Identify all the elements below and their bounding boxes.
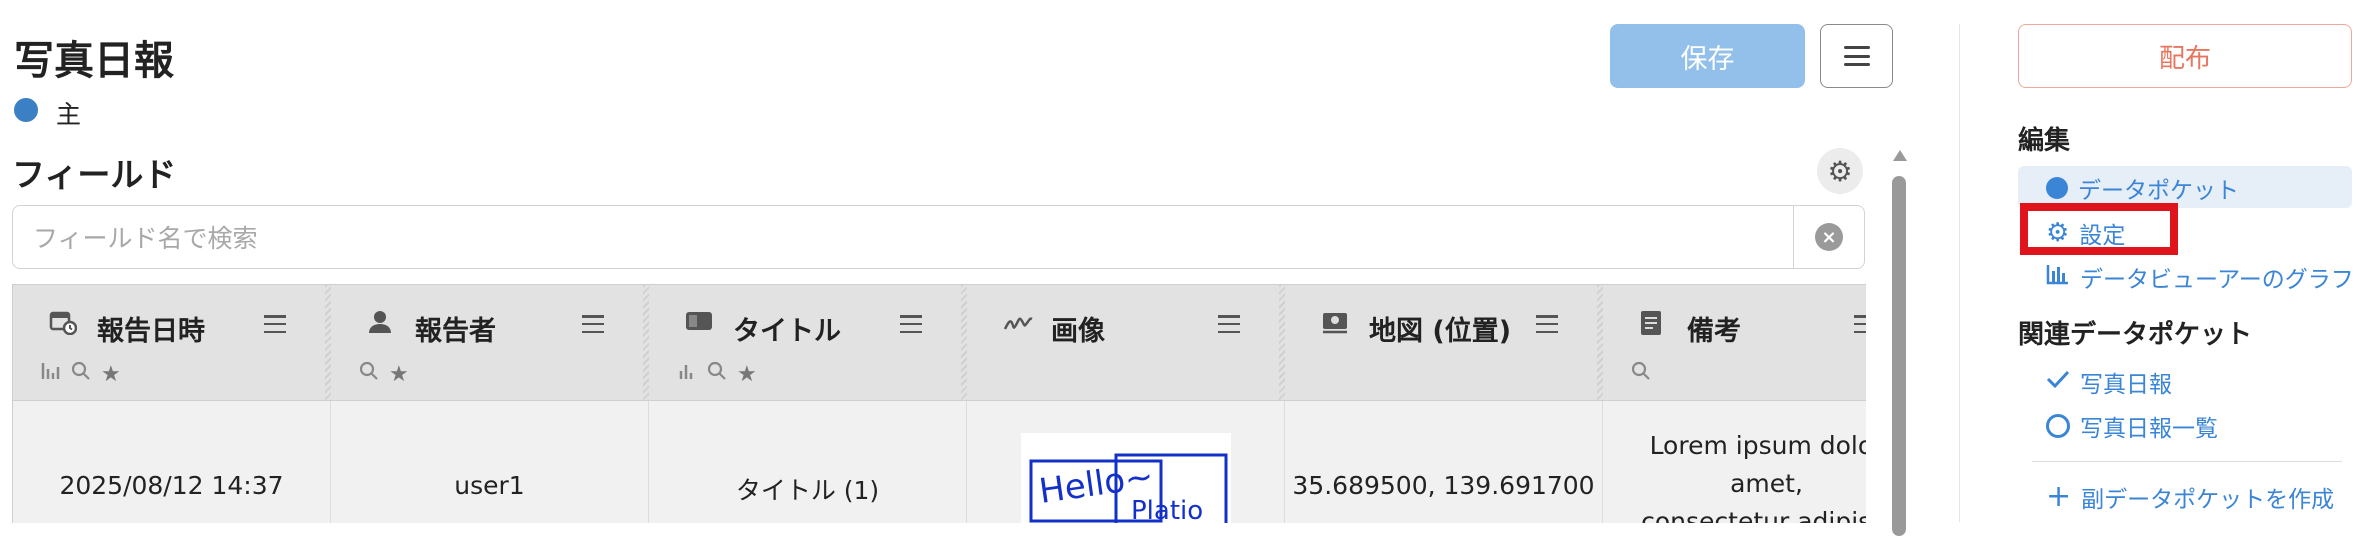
table-cell[interactable]: Lorem ipsum dolor amet, consectetur adip…: [1603, 401, 1866, 523]
column-title: 画像: [1051, 316, 1105, 347]
column-menu-icon[interactable]: [1218, 315, 1240, 333]
column-tools: ★: [677, 361, 757, 387]
column-title: タイトル: [733, 316, 841, 347]
column-menu-icon[interactable]: [1854, 315, 1866, 333]
person-icon: [367, 309, 393, 342]
table-cell[interactable]: user1: [331, 401, 649, 523]
column-tools: [1631, 361, 1651, 387]
search-box: ×: [12, 205, 1865, 270]
search-icon[interactable]: [71, 361, 91, 387]
role-dot: [14, 98, 38, 122]
column-title: 備考: [1687, 316, 1741, 347]
highlight-annotation: [2020, 203, 2178, 255]
bar-chart-icon[interactable]: [677, 361, 697, 387]
hamburger-icon: [1843, 46, 1870, 66]
bar-chart-icon: [2046, 263, 2070, 291]
publish-button[interactable]: 配布: [2018, 24, 2352, 88]
star-icon[interactable]: ★: [389, 362, 409, 387]
ring-icon: [2046, 414, 2070, 438]
search-icon[interactable]: [707, 361, 727, 387]
related-item-photo-report-list[interactable]: 写真日報一覧: [2046, 409, 2218, 443]
scroll-thumb[interactable]: [1892, 176, 1906, 536]
sidebar-item-viewer-graph[interactable]: データビューアーのグラフ: [2046, 260, 2354, 294]
related-heading: 関連データポケット: [2018, 320, 2253, 350]
table-cell[interactable]: タイトル (1): [649, 401, 967, 523]
search-icon[interactable]: [1631, 361, 1651, 387]
column-menu-icon[interactable]: [264, 315, 286, 333]
create-sub-data-pocket[interactable]: + 副データポケットを作成: [2046, 480, 2334, 514]
column-title: 報告日時: [97, 316, 205, 347]
column-menu-icon[interactable]: [1536, 315, 1558, 333]
handwriting-image: Hello~ Platio: [1021, 433, 1231, 523]
table-cell[interactable]: 35.689500, 139.691700: [1285, 401, 1603, 523]
sidebar-item-data-pocket[interactable]: データポケット: [2046, 171, 2239, 205]
circle-icon: [2046, 177, 2068, 199]
search-clear-button[interactable]: ×: [1793, 206, 1864, 268]
signature-icon: [1003, 309, 1033, 340]
table-cell[interactable]: Hello~ Platio: [967, 401, 1285, 523]
search-input[interactable]: [13, 206, 1815, 270]
column-header[interactable]: 地図 (位置): [1285, 285, 1603, 401]
svg-text:Platio: Platio: [1131, 496, 1203, 523]
gear-icon: ⚙: [1827, 154, 1853, 188]
column-title: 報告者: [415, 316, 496, 347]
menu-button[interactable]: [1820, 24, 1893, 88]
star-icon[interactable]: ★: [737, 362, 757, 387]
column-tools: ★: [359, 361, 409, 387]
panel-divider: [1959, 24, 1960, 522]
data-table: 報告日時 ★ 2025/08/12 14:37 報告者 ★ user1 タイトル…: [12, 284, 1866, 523]
table-cell[interactable]: 2025/08/12 14:37: [13, 401, 331, 523]
column-title: 地図 (位置): [1369, 316, 1512, 347]
map-location-icon: [1321, 309, 1351, 342]
column-menu-icon[interactable]: [582, 315, 604, 333]
scroll-up-arrow-icon[interactable]: [1893, 150, 1907, 161]
text-field-icon: [685, 309, 713, 340]
column-report-datetime: 報告日時 ★ 2025/08/12 14:37: [13, 285, 331, 523]
check-icon: [2046, 369, 2070, 395]
column-header[interactable]: 報告者 ★: [331, 285, 649, 401]
bar-chart-icon[interactable]: [41, 361, 61, 387]
clear-icon: ×: [1815, 223, 1843, 251]
column-menu-icon[interactable]: [900, 315, 922, 333]
column-header[interactable]: 報告日時 ★: [13, 285, 331, 401]
column-title-field: タイトル ★ タイトル (1): [649, 285, 967, 523]
column-map-location: 地図 (位置) 35.689500, 139.691700: [1285, 285, 1603, 523]
column-image: 画像 Hello~ Platio: [967, 285, 1285, 523]
vertical-scrollbar[interactable]: [1890, 150, 1910, 536]
fields-heading: フィールド: [12, 155, 177, 194]
plus-icon: +: [2046, 479, 2072, 514]
save-button[interactable]: 保存: [1610, 24, 1805, 88]
document-icon: [1639, 309, 1663, 344]
star-icon[interactable]: ★: [101, 362, 121, 387]
column-header[interactable]: タイトル ★: [649, 285, 967, 401]
page-title: 写真日報: [14, 38, 174, 84]
column-tools: ★: [41, 361, 121, 387]
sidebar-divider: [2032, 461, 2342, 462]
edit-heading: 編集: [2018, 126, 2071, 156]
role-label: 主: [56, 100, 82, 129]
search-icon[interactable]: [359, 361, 379, 387]
column-header[interactable]: 備考: [1603, 285, 1866, 401]
field-settings-button[interactable]: ⚙: [1817, 148, 1863, 194]
calendar-clock-icon: [49, 309, 78, 342]
column-header[interactable]: 画像: [967, 285, 1285, 401]
column-reporter: 報告者 ★ user1: [331, 285, 649, 523]
notes-text: Lorem ipsum dolor amet, consectetur adip…: [1641, 431, 1866, 523]
column-notes: 備考 Lorem ipsum dolor amet, consectetur a…: [1603, 285, 1866, 523]
related-item-photo-report[interactable]: 写真日報: [2046, 365, 2172, 399]
